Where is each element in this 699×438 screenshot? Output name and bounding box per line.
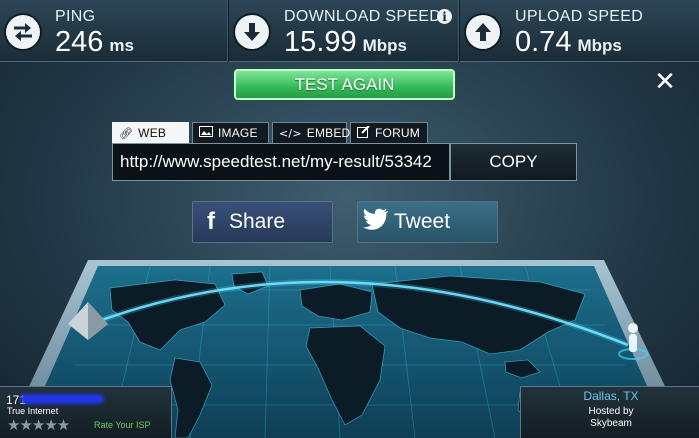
download-arrow-icon bbox=[235, 15, 269, 49]
result-url-field[interactable]: http://www.speedtest.net/my-result/53342 bbox=[112, 143, 450, 181]
share-tabs: 🔗︎ WEB IMAGE </> EMBED FORUM bbox=[112, 122, 428, 143]
twitter-bird-icon bbox=[358, 208, 394, 237]
code-icon: </> bbox=[279, 126, 302, 140]
isp-panel: 171 True Internet ★★★★★ Rate Your ISP bbox=[0, 386, 172, 438]
ip-redaction bbox=[20, 394, 104, 404]
download-value: 15.99 bbox=[284, 26, 357, 58]
download-value-row: 15.99 Mbps bbox=[284, 26, 407, 59]
upload-value-row: 0.74 Mbps bbox=[515, 26, 622, 59]
tab-forum-label: FORUM bbox=[375, 126, 420, 140]
server-host-name: Skybeam bbox=[590, 418, 632, 429]
tab-web-label: WEB bbox=[138, 126, 167, 140]
ping-unit: ms bbox=[109, 36, 134, 55]
hosted-by-label: Hosted by bbox=[588, 406, 634, 417]
tab-image[interactable]: IMAGE bbox=[192, 122, 269, 143]
tab-image-label: IMAGE bbox=[218, 126, 258, 140]
download-metric: DOWNLOAD SPEED 15.99 Mbps bbox=[229, 0, 460, 62]
server-panel: Dallas, TX Hosted by Skybeam bbox=[520, 386, 699, 438]
download-label: DOWNLOAD SPEED bbox=[284, 8, 442, 25]
upload-arrow-icon bbox=[466, 15, 500, 49]
tab-web[interactable]: 🔗︎ WEB bbox=[112, 122, 189, 143]
close-icon[interactable]: ✕ bbox=[653, 69, 677, 95]
copy-button[interactable]: COPY bbox=[450, 143, 577, 181]
isp-rating-stars[interactable]: ★★★★★ bbox=[7, 416, 70, 434]
twitter-tweet-label: Tweet bbox=[394, 210, 451, 233]
upload-unit: Mbps bbox=[577, 36, 622, 55]
download-unit: Mbps bbox=[362, 36, 407, 55]
tab-forum[interactable]: FORUM bbox=[350, 122, 428, 143]
test-again-button[interactable]: TEST AGAIN bbox=[234, 69, 455, 100]
info-icon[interactable]: i bbox=[437, 9, 452, 24]
facebook-icon: f bbox=[207, 208, 215, 235]
upload-value: 0.74 bbox=[515, 26, 572, 58]
facebook-share-label: Share bbox=[229, 210, 286, 233]
server-city[interactable]: Dallas, TX bbox=[576, 389, 646, 403]
upload-metric: UPLOAD SPEED 0.74 Mbps bbox=[460, 0, 699, 62]
rate-isp-link[interactable]: Rate Your ISP bbox=[94, 420, 151, 430]
server-host-info: Hosted by Skybeam bbox=[561, 406, 661, 430]
link-icon: 🔗︎ bbox=[119, 126, 134, 140]
tab-embed-label: EMBED bbox=[306, 126, 351, 140]
forum-icon bbox=[357, 124, 370, 141]
metrics-bar: PING 246 ms DOWNLOAD SPEED 15.99 Mbps UPLO… bbox=[0, 0, 699, 62]
ping-metric: PING 246 ms bbox=[0, 0, 229, 62]
ping-arrows-icon bbox=[6, 15, 40, 49]
ping-value-row: 246 ms bbox=[55, 26, 134, 59]
facebook-share-button[interactable]: f Share bbox=[192, 201, 333, 243]
ping-label: PING bbox=[55, 8, 96, 25]
upload-label: UPLOAD SPEED bbox=[515, 8, 644, 25]
twitter-tweet-button[interactable]: Tweet bbox=[357, 201, 498, 243]
image-icon bbox=[199, 126, 213, 140]
ping-value: 246 bbox=[55, 26, 104, 58]
isp-name: True Internet bbox=[7, 406, 59, 416]
tab-embed[interactable]: </> EMBED bbox=[272, 122, 350, 143]
